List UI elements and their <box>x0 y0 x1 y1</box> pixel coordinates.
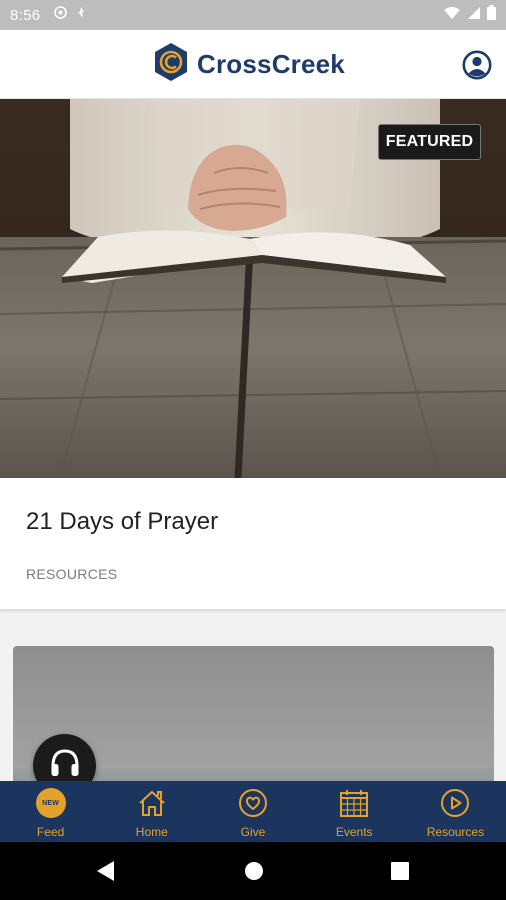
featured-badge: FEATURED <box>378 124 481 160</box>
back-icon[interactable] <box>96 860 116 887</box>
featured-title: 21 Days of Prayer <box>26 508 219 535</box>
bottom-navigation: NEW Feed Home Give Events Resources <box>0 781 506 842</box>
profile-button[interactable] <box>462 50 492 80</box>
nav-label-feed: Feed <box>36 825 65 839</box>
nav-item-feed[interactable]: NEW Feed <box>0 781 101 842</box>
nav-label-home: Home <box>135 825 168 839</box>
crosscreek-hexagon-logo-icon <box>153 42 189 87</box>
status-left-icons <box>54 6 85 24</box>
nav-item-home[interactable]: Home <box>101 781 202 842</box>
featured-category: RESOURCES <box>26 566 118 582</box>
status-time: 8:56 <box>10 6 41 24</box>
calendar-icon <box>339 786 369 820</box>
nav-item-give[interactable]: Give <box>202 781 303 842</box>
app-header: CrossCreek <box>0 30 506 99</box>
home-circle-icon[interactable] <box>244 860 264 887</box>
home-icon <box>137 786 167 820</box>
nav-label-give: Give <box>240 825 266 839</box>
vpn-key-icon <box>54 6 68 24</box>
nav-item-resources[interactable]: Resources <box>405 781 506 842</box>
status-bar: 8:56 <box>0 0 506 30</box>
brand-name: CrossCreek <box>197 48 345 79</box>
play-circle-icon <box>440 786 470 820</box>
status-right-icons <box>443 5 496 25</box>
nav-item-events[interactable]: Events <box>304 781 405 842</box>
battery-saver-icon <box>77 6 85 24</box>
new-badge: NEW <box>35 788 66 818</box>
system-navigation-bar <box>0 842 506 900</box>
new-badge-icon: NEW <box>35 786 66 820</box>
heart-circle-icon <box>238 786 268 820</box>
user-profile-icon <box>462 50 492 84</box>
app-screen: 8:56 CrossCreek FEATURED 21 Days of Pray… <box>0 0 506 900</box>
recents-square-icon[interactable] <box>390 860 410 887</box>
nav-label-resources: Resources <box>426 825 485 839</box>
signal-icon <box>467 6 481 25</box>
battery-icon <box>487 5 496 25</box>
nav-label-events: Events <box>335 825 373 839</box>
wifi-icon <box>443 6 461 25</box>
featured-card-info[interactable]: 21 Days of Prayer RESOURCES <box>0 478 506 609</box>
headphones-icon <box>48 746 82 785</box>
brand-logo[interactable]: CrossCreek <box>153 42 345 87</box>
